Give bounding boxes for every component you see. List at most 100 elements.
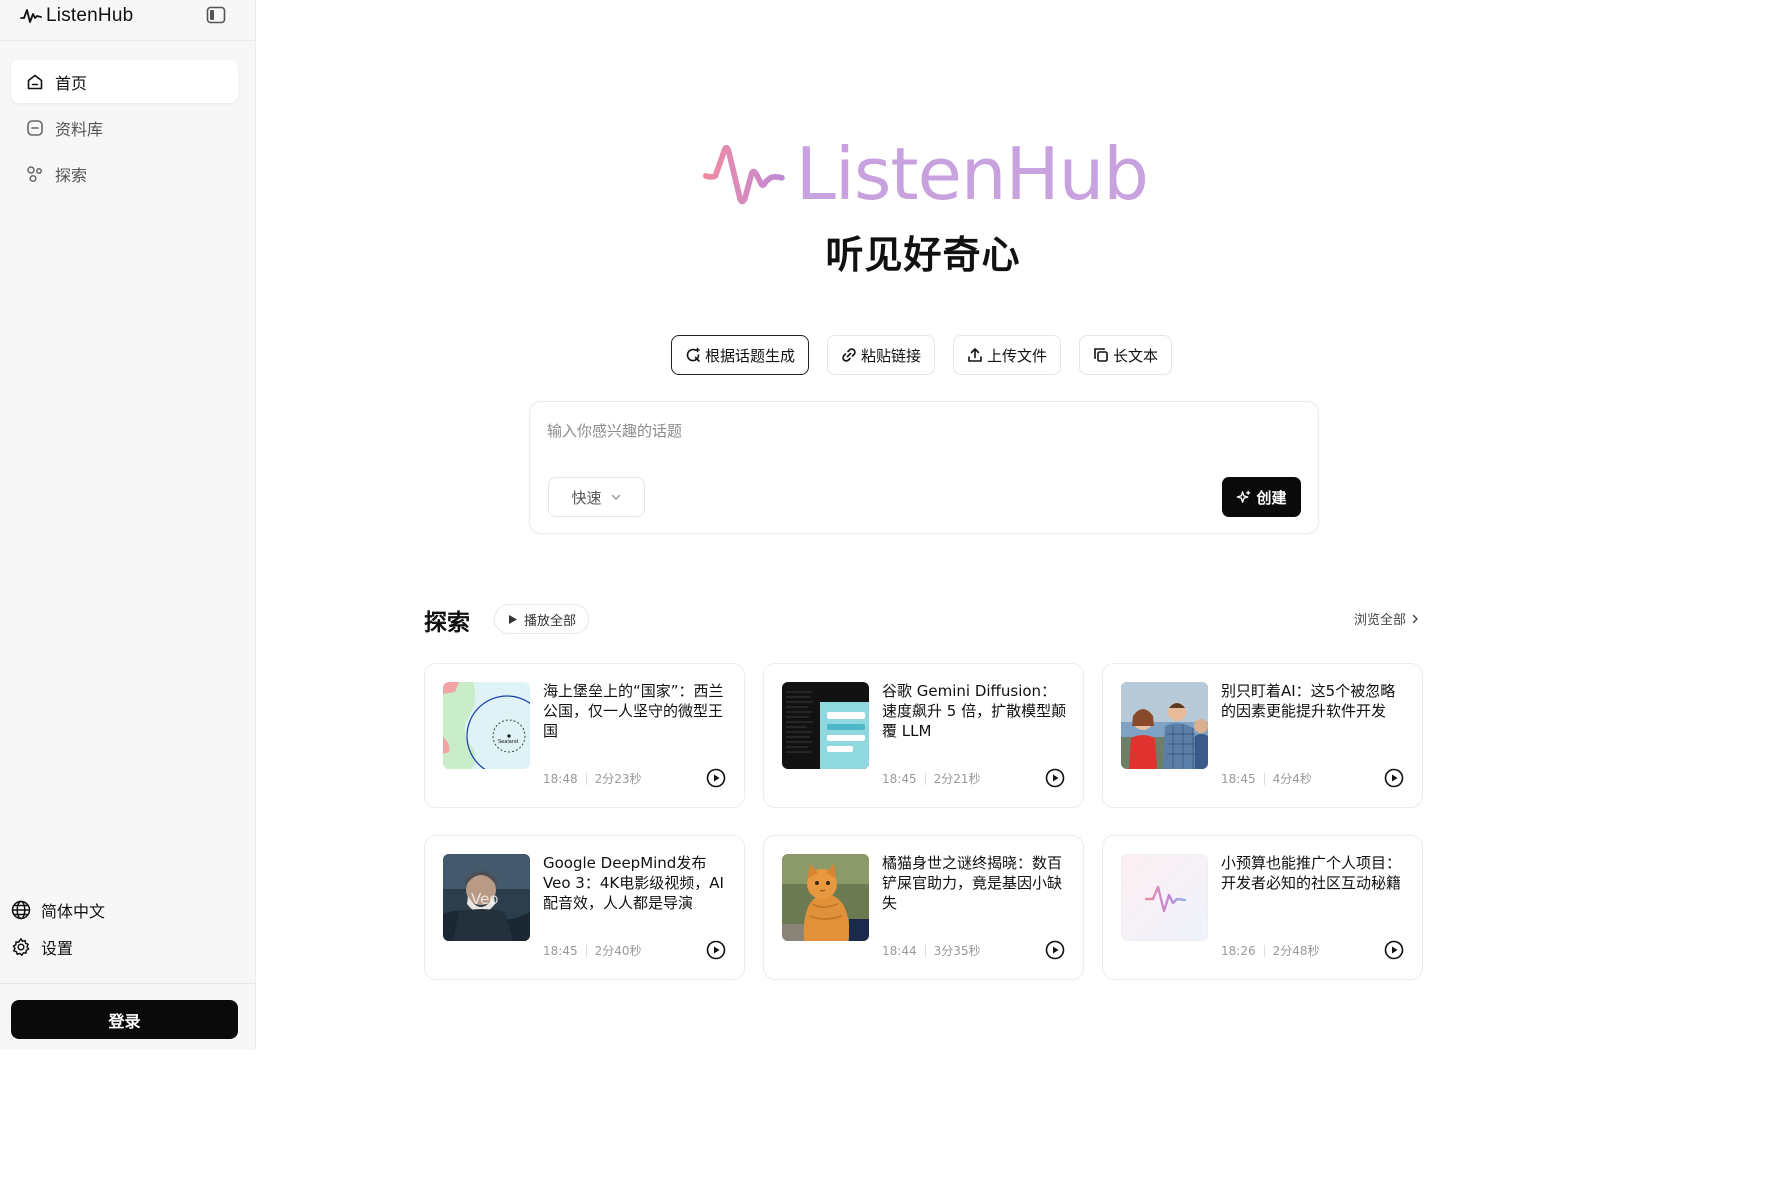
create-button[interactable]: 创建 xyxy=(1222,477,1301,517)
create-label: 创建 xyxy=(1256,488,1287,507)
copy-text-icon xyxy=(1094,348,1108,362)
card-duration: 2分21秒 xyxy=(933,772,981,786)
play-circle-icon[interactable] xyxy=(1384,940,1404,960)
meta-divider xyxy=(1263,772,1265,785)
podcast-card[interactable]: Veo Google DeepMind发布Veo 3：4K电影级视频，AI配音效… xyxy=(424,835,745,980)
meta-divider xyxy=(924,944,926,957)
card-time: 18:45 xyxy=(1221,771,1256,786)
sidebar-nav: 首页 资料库 探索 xyxy=(11,60,238,198)
globe-icon xyxy=(11,900,31,919)
sidebar-logo[interactable]: ListenHub xyxy=(20,4,133,28)
tab-label: 长文本 xyxy=(1113,346,1159,365)
play-all-button[interactable]: 播放全部 xyxy=(494,604,590,634)
sidebar-item-label: 资料库 xyxy=(55,119,104,139)
browse-all-label: 浏览全部 xyxy=(1354,613,1407,628)
podcast-card[interactable]: 谷歌 Gemini Diffusion：速度飙升 5 倍，扩散模型颠覆 LLM … xyxy=(763,663,1084,808)
screen-thumbnail xyxy=(782,682,869,769)
sidebar-item-label: 首页 xyxy=(55,73,88,93)
tab-label: 上传文件 xyxy=(987,346,1048,365)
wave-thumbnail xyxy=(1121,854,1208,941)
sidebar-collapse-icon[interactable] xyxy=(206,6,226,24)
card-meta: 18:48 2分23秒 xyxy=(543,770,642,787)
language-label: 简体中文 xyxy=(41,901,106,921)
card-meta: 18:44 3分35秒 xyxy=(882,942,981,959)
card-meta: 18:45 4分4秒 xyxy=(1221,770,1312,787)
upload-icon xyxy=(968,348,982,362)
app-name: ListenHub xyxy=(46,5,134,26)
card-time: 18:26 xyxy=(1221,943,1256,958)
waveform-logo-icon xyxy=(20,9,42,23)
meta-divider xyxy=(924,772,926,785)
play-circle-icon[interactable] xyxy=(706,768,726,788)
card-meta: 18:26 2分48秒 xyxy=(1221,942,1320,959)
card-meta: 18:45 2分40秒 xyxy=(543,942,642,959)
card-time: 18:44 xyxy=(882,943,917,958)
explore-card-grid: Sealand 海上堡垒上的“国家”：西兰公国，仅一人坚守的微型王国 18:48… xyxy=(424,663,1423,980)
card-title: 别只盯着AI：这5个被忽略的因素更能提升软件开发 xyxy=(1221,682,1396,720)
sidebar-divider xyxy=(0,983,256,984)
meta-divider xyxy=(585,944,587,957)
sidebar-item-explore[interactable]: 探索 xyxy=(11,152,238,195)
card-time: 18:48 xyxy=(543,771,578,786)
podcast-card[interactable]: Sealand 海上堡垒上的“国家”：西兰公国，仅一人坚守的微型王国 18:48… xyxy=(424,663,745,808)
card-title: 海上堡垒上的“国家”：西兰公国，仅一人坚守的微型王国 xyxy=(543,682,724,740)
settings-link[interactable]: 设置 xyxy=(11,928,241,965)
hero-logo: ListenHub xyxy=(702,132,1149,216)
veo-thumbnail: Veo xyxy=(443,854,530,941)
card-duration: 2分23秒 xyxy=(594,772,642,786)
map-label: Sealand xyxy=(498,739,518,745)
tab-generate-from-topic[interactable]: 根据话题生成 xyxy=(671,335,810,375)
topic-generate-icon xyxy=(686,347,700,362)
play-circle-icon[interactable] xyxy=(1045,940,1065,960)
tab-paste-link[interactable]: 粘贴链接 xyxy=(827,335,936,375)
card-time: 18:45 xyxy=(543,943,578,958)
podcast-card[interactable]: 别只盯着AI：这5个被忽略的因素更能提升软件开发 18:45 4分4秒 xyxy=(1102,663,1423,808)
tab-label: 根据话题生成 xyxy=(705,346,796,365)
explore-icon xyxy=(27,165,42,182)
card-duration: 4分4秒 xyxy=(1272,772,1312,786)
card-title: 谷歌 Gemini Diffusion：速度飙升 5 倍，扩散模型颠覆 LLM xyxy=(882,682,1067,740)
prompt-box: 快速 创建 xyxy=(529,401,1319,534)
veo-watermark: Veo xyxy=(471,890,499,908)
sidebar-footer: 简体中文 设置 xyxy=(11,891,241,965)
map-thumbnail: Sealand xyxy=(443,682,530,769)
meme-thumbnail xyxy=(1121,682,1208,769)
tab-label: 粘贴链接 xyxy=(861,346,922,365)
speed-dropdown[interactable]: 快速 xyxy=(548,477,645,517)
card-time: 18:45 xyxy=(882,771,917,786)
card-duration: 2分48秒 xyxy=(1272,944,1320,958)
podcast-card[interactable]: 橘猫身世之谜终揭晓：数百铲屎官助力，竟是基因小缺失 18:44 3分35秒 xyxy=(763,835,1084,980)
card-title: 小预算也能推广个人项目：开发者必知的社区互动秘籍 xyxy=(1221,854,1402,892)
gear-icon xyxy=(12,937,30,956)
card-title: 橘猫身世之谜终揭晓：数百铲屎官助力，竟是基因小缺失 xyxy=(882,854,1063,912)
sidebar: ListenHub 首页 资料库 探索 简体中文 设置 登录 xyxy=(0,0,256,1050)
sparkle-icon xyxy=(1237,490,1251,503)
card-meta: 18:45 2分21秒 xyxy=(882,770,981,787)
login-button[interactable]: 登录 xyxy=(11,1000,238,1039)
cat-thumbnail xyxy=(782,854,869,941)
card-duration: 2分40秒 xyxy=(594,944,642,958)
settings-label: 设置 xyxy=(41,938,74,958)
tab-upload-file[interactable]: 上传文件 xyxy=(953,335,1062,375)
language-selector[interactable]: 简体中文 xyxy=(11,891,241,928)
topic-input[interactable] xyxy=(547,422,1287,440)
hero-logo-text: ListenHub xyxy=(795,132,1149,216)
tab-long-text[interactable]: 长文本 xyxy=(1079,335,1173,375)
input-mode-tabs: 根据话题生成 粘贴链接 上传文件 长文本 xyxy=(671,335,1173,375)
play-icon xyxy=(509,614,517,624)
browse-all-link[interactable]: 浏览全部 xyxy=(1354,609,1420,628)
hero-tagline: 听见好奇心 xyxy=(825,233,1021,277)
play-circle-icon[interactable] xyxy=(706,940,726,960)
link-icon xyxy=(842,348,856,362)
podcast-card[interactable]: 小预算也能推广个人项目：开发者必知的社区互动秘籍 18:26 2分48秒 xyxy=(1102,835,1423,980)
section-title: 探索 xyxy=(424,610,470,636)
chevron-right-icon xyxy=(1412,614,1418,623)
play-circle-icon[interactable] xyxy=(1384,768,1404,788)
meta-divider xyxy=(585,772,587,785)
play-circle-icon[interactable] xyxy=(1045,768,1065,788)
sidebar-item-library[interactable]: 资料库 xyxy=(11,106,238,149)
sidebar-item-home[interactable]: 首页 xyxy=(11,60,238,103)
meta-divider xyxy=(1263,944,1265,957)
library-icon xyxy=(27,119,43,136)
chevron-down-icon xyxy=(611,494,620,500)
